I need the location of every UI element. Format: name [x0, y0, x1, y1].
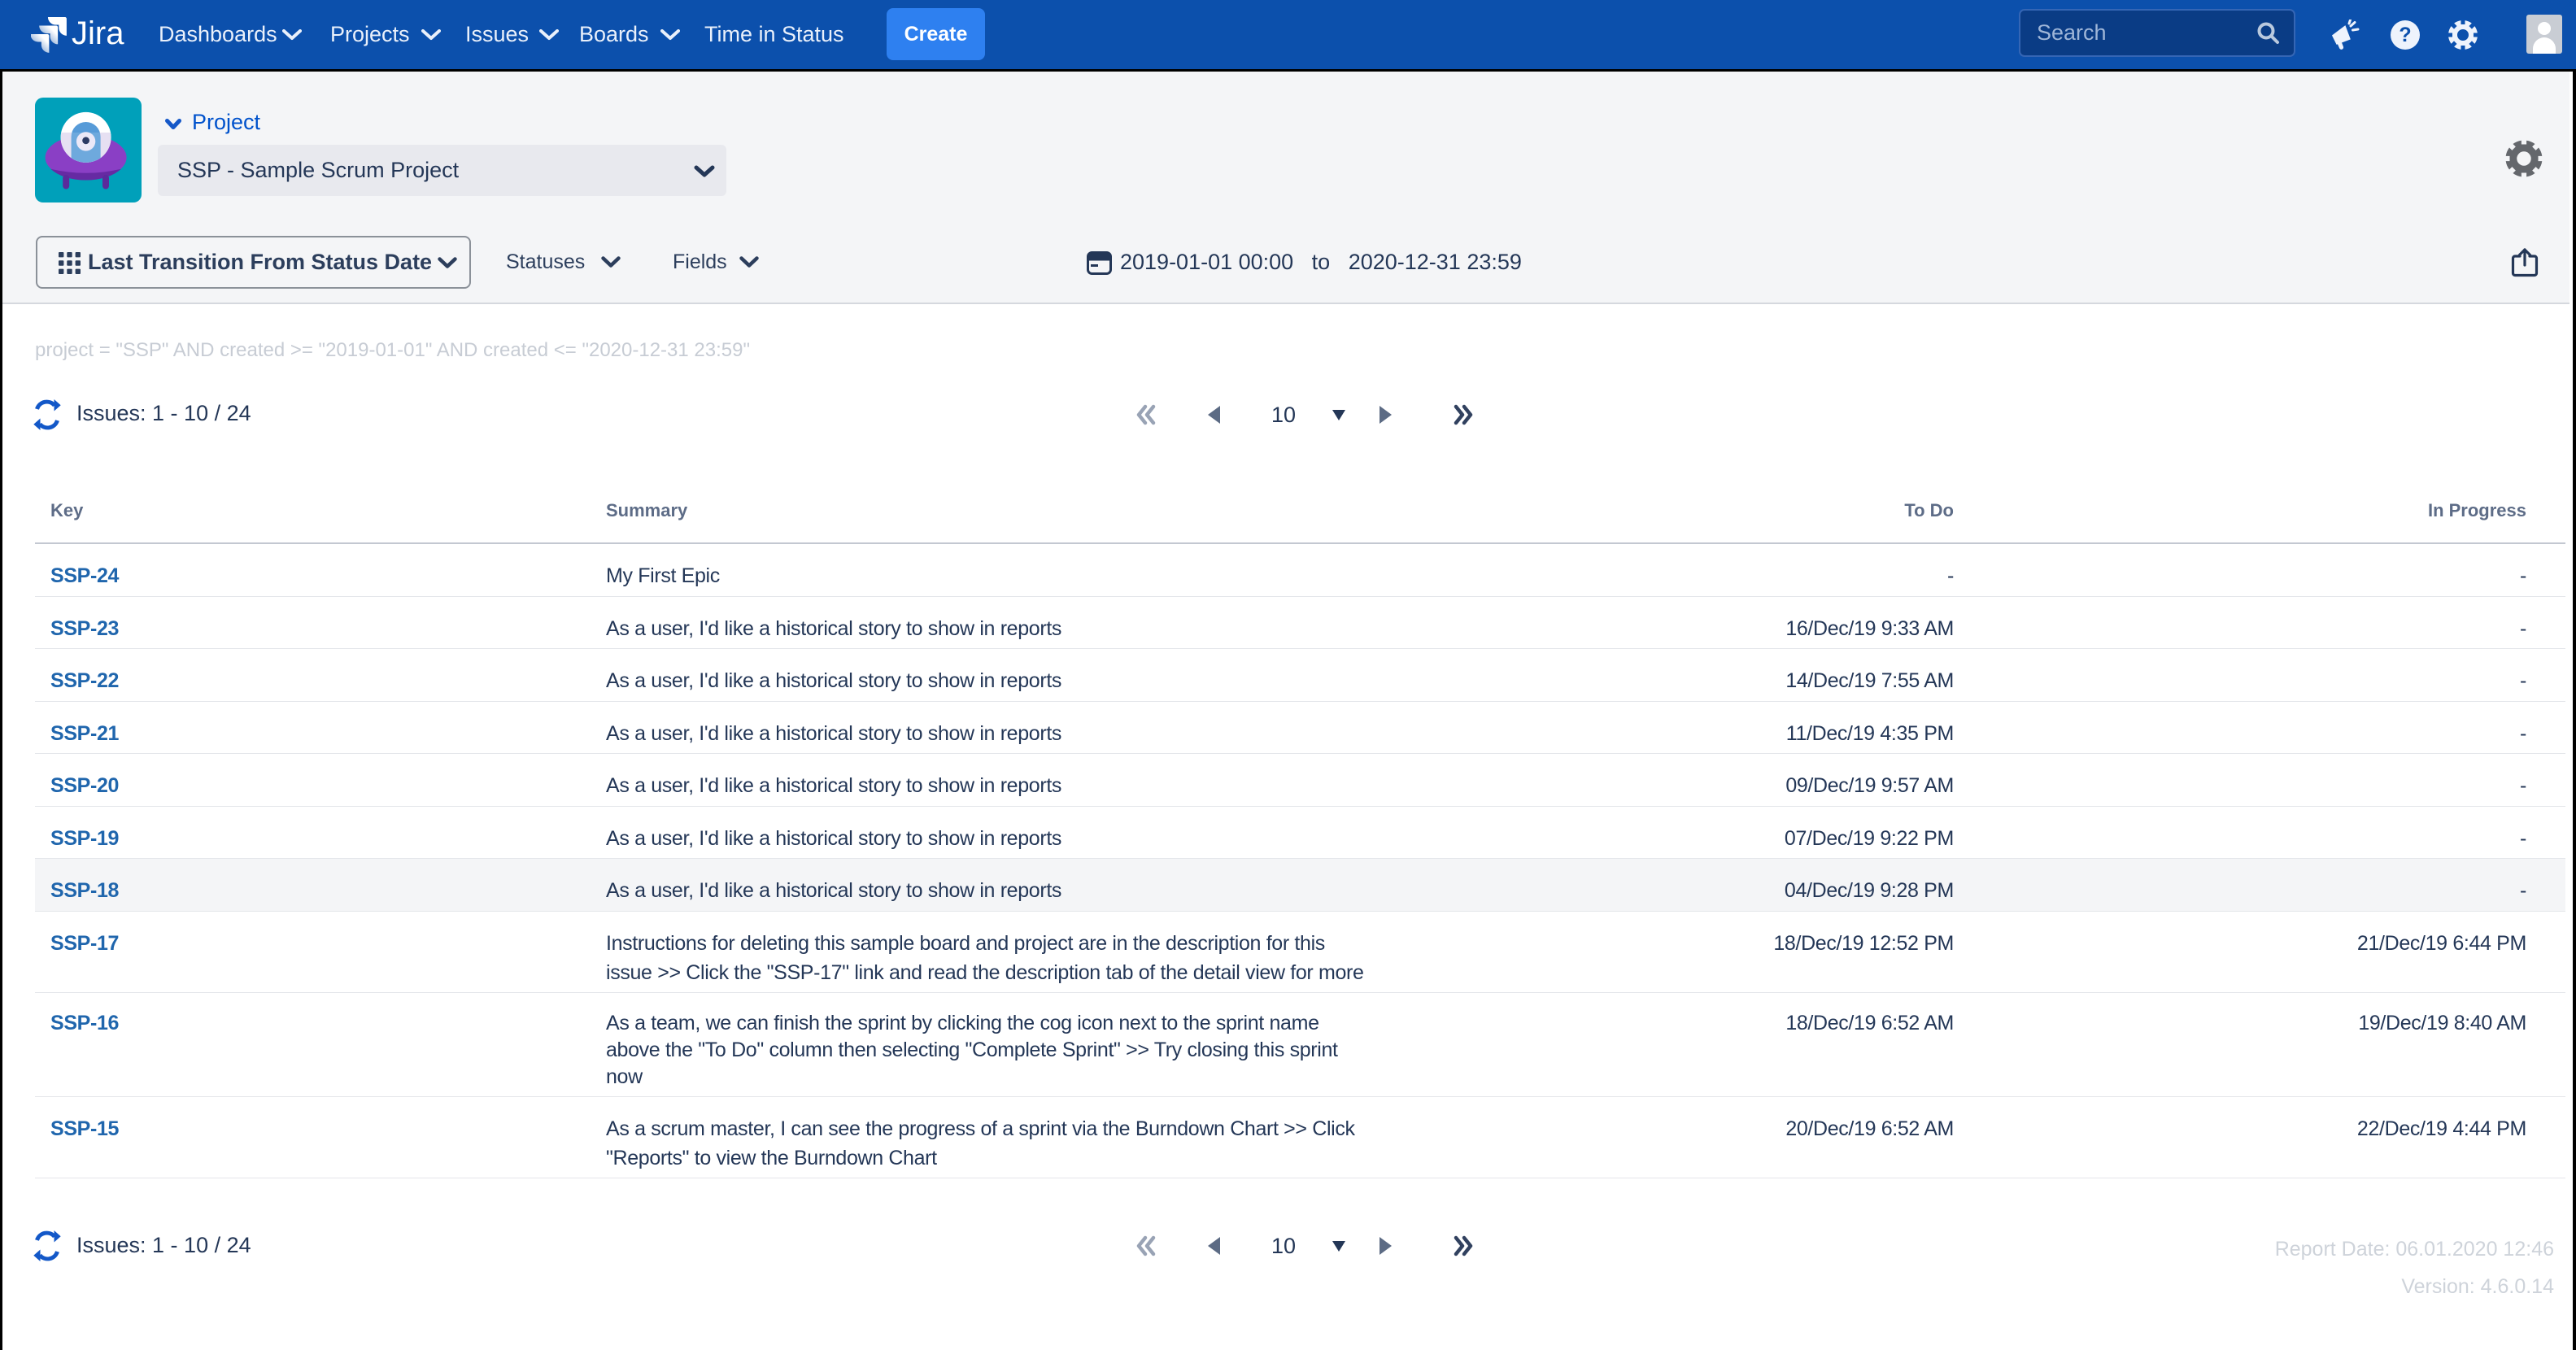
- svg-text:?: ?: [2399, 24, 2411, 46]
